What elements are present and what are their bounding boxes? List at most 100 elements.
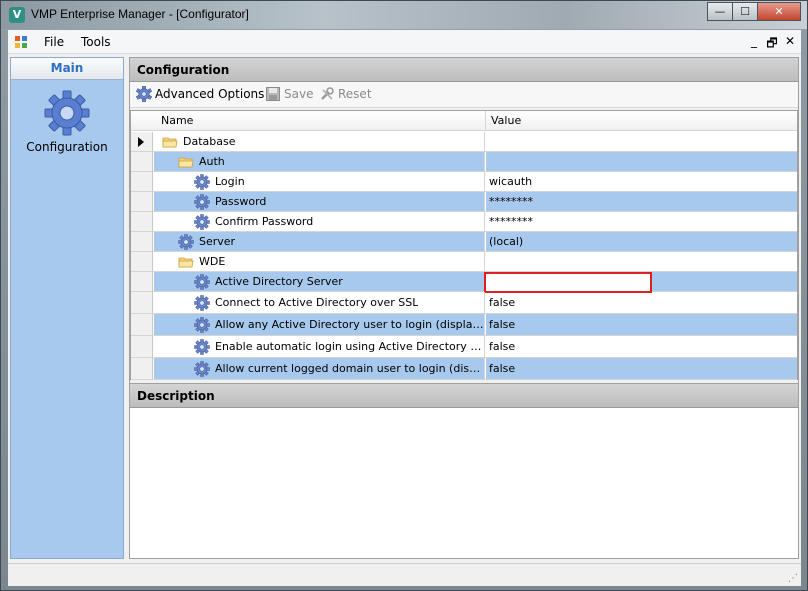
cell-value[interactable]: ******** [486,212,797,231]
row-header[interactable] [131,132,153,151]
mdi-controls: _ 🗗 ✕ [747,34,797,55]
cell-name[interactable]: WDE [154,252,485,271]
mdi-restore-button[interactable]: 🗗 [765,34,779,55]
table-row[interactable]: WDE [131,252,797,272]
cell-name[interactable]: Password [154,192,485,211]
minimize-button[interactable]: — [707,2,733,21]
row-name-text: Login [215,175,245,188]
cell-value[interactable] [486,252,797,271]
table-row[interactable]: Active Directory Server [131,272,797,293]
table-row[interactable]: Allow current logged domain user to logi… [131,358,797,380]
cell-value[interactable]: (local) [486,232,797,251]
row-value-text: false [489,318,516,331]
row-value-text: ******** [489,195,533,208]
reset-label: Reset [338,87,372,101]
save-button[interactable]: Save [265,86,313,102]
row-value-text: (local) [489,235,524,248]
cell-name[interactable]: Auth [154,152,485,171]
row-name-text: Allow current logged domain user to logi… [215,362,484,375]
gear-icon [136,86,152,102]
gear-icon [194,213,210,230]
cell-name[interactable]: Database [154,132,485,151]
status-bar: ⋰ [8,563,801,586]
tools-icon [321,87,334,100]
folder-icon [178,157,194,167]
row-header[interactable] [131,232,153,251]
row-value-text: false [489,296,516,309]
reset-button[interactable]: Reset [319,86,372,102]
mdi-minimize-button[interactable]: _ [747,34,761,55]
advanced-options-button[interactable]: Advanced Options [136,86,264,102]
nav-item-configuration[interactable]: Configuration [11,90,123,154]
row-header[interactable] [131,292,153,313]
config-toolbar: Advanced Options Save Reset [130,82,798,108]
nav-header-main[interactable]: Main [11,58,123,80]
cell-name[interactable]: Connect to Active Directory over SSL [154,292,485,313]
cell-name[interactable]: Login [154,172,485,191]
gear-icon [194,294,210,311]
row-header[interactable] [131,152,153,171]
floppy-disk-icon [266,87,280,101]
cell-name[interactable]: Active Directory Server [154,272,485,291]
folder-icon [162,137,178,147]
gear-icon [194,316,210,333]
cell-value[interactable]: false [486,358,797,379]
current-row-arrow-icon [138,137,144,147]
table-row[interactable]: Enable automatic login using Active Dire… [131,336,797,358]
row-header[interactable] [131,252,153,271]
cell-value[interactable] [486,132,797,151]
table-row[interactable]: Database [131,132,797,152]
close-button[interactable]: ✕ [757,2,801,21]
column-header-name[interactable]: Name [161,114,193,127]
row-name-text: Confirm Password [215,215,314,228]
table-row[interactable]: Auth [131,152,797,172]
description-header: Description [130,384,798,408]
cell-name[interactable]: Confirm Password [154,212,485,231]
row-header[interactable] [131,314,153,335]
table-row[interactable]: Login wicauth [131,172,797,192]
table-row[interactable]: Connect to Active Directory over SSL fals… [131,292,797,314]
column-divider[interactable] [485,111,486,131]
folder-icon [178,257,194,267]
grid-header: Name Value [131,111,797,131]
cell-value[interactable]: false [486,292,797,313]
gear-icon [194,173,210,190]
cell-value[interactable] [486,152,797,171]
row-header[interactable] [131,336,153,357]
cell-value[interactable]: ******** [486,192,797,211]
table-row[interactable]: Confirm Password ******** [131,212,797,232]
row-header[interactable] [131,172,153,191]
table-row[interactable]: Server (local) [131,232,797,252]
active-directory-server-input[interactable] [484,272,652,293]
cell-name[interactable]: Server [154,232,485,251]
cell-name[interactable]: Allow current logged domain user to logi… [154,358,485,379]
advanced-options-label: Advanced Options [155,87,265,101]
row-header[interactable] [131,358,153,379]
menu-file[interactable]: File [44,35,64,49]
menu-tools[interactable]: Tools [81,35,111,49]
title-bar[interactable]: V VMP Enterprise Manager - [Configurator… [1,1,807,29]
mdi-close-button[interactable]: ✕ [783,34,797,55]
row-header[interactable] [131,192,153,211]
menu-bar: File Tools _ 🗗 ✕ [8,30,801,54]
maximize-button[interactable]: ☐ [732,2,758,21]
configuration-header: Configuration [130,58,798,82]
row-name-text: Enable automatic login using Active Dire… [215,340,484,353]
cell-name[interactable]: Allow any Active Directory user to login… [154,314,485,335]
table-row[interactable]: Password ******** [131,192,797,212]
table-row[interactable]: Allow any Active Directory user to login… [131,314,797,336]
row-header[interactable] [131,272,153,291]
configuration-panel: Configuration Advanced Options Save Rese… [129,57,799,559]
cell-value[interactable]: false [486,314,797,335]
cell-value[interactable]: false [486,336,797,357]
row-name-text: Database [183,135,236,148]
resize-grip-icon[interactable]: ⋰ [788,573,798,584]
window-title: VMP Enterprise Manager - [Configurator] [31,7,249,21]
row-value-text: ******** [489,215,533,228]
document-app-icon[interactable] [14,35,28,49]
column-header-value[interactable]: Value [491,114,521,127]
cell-name[interactable]: Enable automatic login using Active Dire… [154,336,485,357]
row-header[interactable] [131,212,153,231]
gear-icon [178,233,194,250]
cell-value[interactable]: wicauth [486,172,797,191]
